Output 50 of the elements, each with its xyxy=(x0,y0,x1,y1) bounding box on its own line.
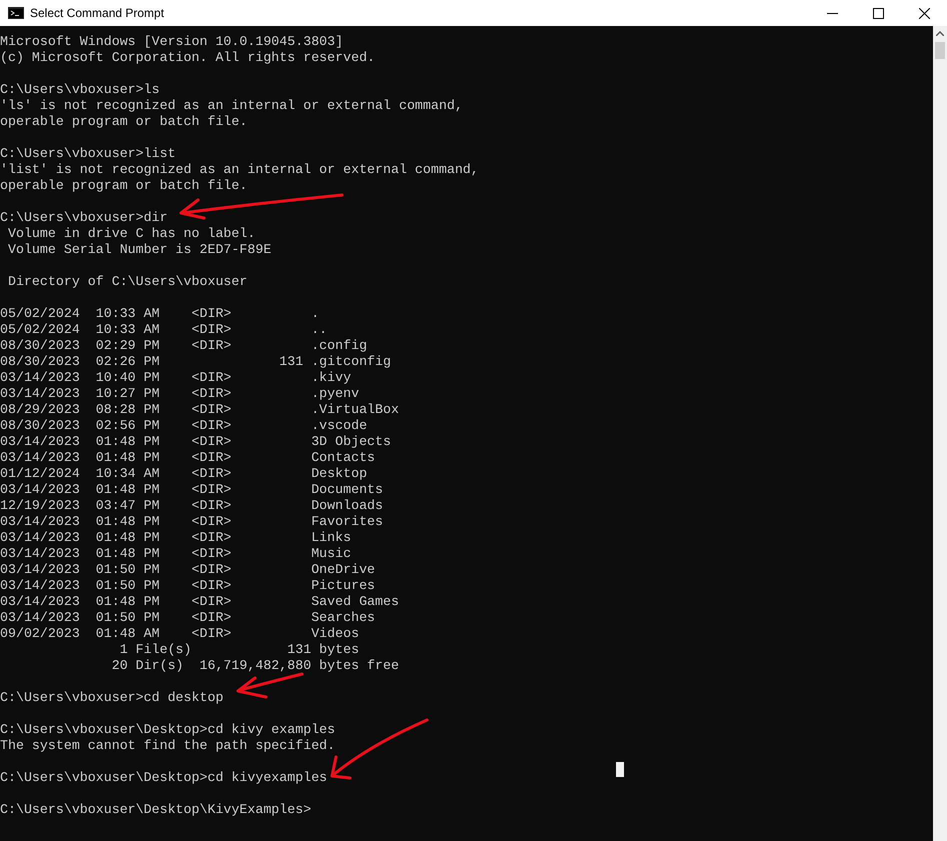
console-line: Volume in drive C has no label. xyxy=(6,226,256,242)
text-cursor xyxy=(616,762,624,777)
console-line: 03/14/2023 01:50 PM <DIR> OneDrive xyxy=(0,562,376,578)
console-line: C:\Users\vboxuser>list xyxy=(0,146,176,162)
console-line: Directory of C:\Users\vboxuser xyxy=(6,274,248,290)
window-title: Select Command Prompt xyxy=(30,5,164,22)
arrow-annotation xyxy=(236,672,304,698)
terminal-icon xyxy=(8,7,24,19)
console-line: 'ls' is not recognized as an internal or external command, xyxy=(0,98,463,114)
console-line: 1 File(s) 131 bytes xyxy=(118,642,360,658)
console-line: 'list' is not recognized as an internal or external command, xyxy=(0,162,479,178)
console-line: 03/14/2023 01:48 PM <DIR> Saved Games xyxy=(0,594,399,610)
console-line: operable program or batch file. xyxy=(0,178,248,194)
console-line: 03/14/2023 01:48 PM <DIR> Music xyxy=(0,546,352,562)
console-line: 03/14/2023 01:50 PM <DIR> Pictures xyxy=(0,578,376,594)
console-line: Microsoft Windows [Version 10.0.19045.3803] xyxy=(0,34,344,50)
console-line: 03/14/2023 01:48 PM <DIR> 3D Objects xyxy=(0,434,391,450)
console-line: The system cannot find the path specified. xyxy=(0,738,336,754)
console-line: 08/30/2023 02:29 PM <DIR> .config xyxy=(0,338,368,354)
console-line: 03/14/2023 10:40 PM <DIR> .kivy xyxy=(0,370,352,386)
close-icon xyxy=(918,8,930,18)
console-line: C:\Users\vboxuser>cd desktop xyxy=(0,690,224,706)
scrollbar[interactable] xyxy=(933,26,947,841)
console-line: 09/02/2023 01:48 AM <DIR> Videos xyxy=(0,626,360,642)
console-line: C:\Users\vboxuser\Desktop>cd kivy examples xyxy=(0,722,336,738)
scrollbar-thumb[interactable] xyxy=(935,42,945,59)
console-line: 05/02/2024 10:33 AM <DIR> . xyxy=(0,306,320,322)
console-line: Volume Serial Number is 2ED7-F89E xyxy=(6,242,272,258)
minimize-icon xyxy=(826,12,838,14)
maximize-icon xyxy=(872,8,884,18)
console-line: C:\Users\vboxuser\Desktop\KivyExamples> xyxy=(0,802,312,818)
console-line: operable program or batch file. xyxy=(0,114,248,130)
console-line: 03/14/2023 01:48 PM <DIR> Contacts xyxy=(0,450,376,466)
console-line: 03/14/2023 01:48 PM <DIR> Links xyxy=(0,530,352,546)
console-line: C:\Users\vboxuser\Desktop>cd kivyexamples xyxy=(0,770,328,786)
console-line: 20 Dir(s) 16,719,482,880 bytes free xyxy=(110,658,399,674)
console-line: 03/14/2023 01:48 PM <DIR> Favorites xyxy=(0,514,384,530)
scroll-up-icon[interactable] xyxy=(936,31,944,36)
console-line: 08/30/2023 02:26 PM 131 .gitconfig xyxy=(0,354,391,370)
console-line: 03/14/2023 01:50 PM <DIR> Searches xyxy=(0,610,376,626)
console-line: C:\Users\vboxuser>ls xyxy=(0,82,160,98)
console-line: 08/29/2023 08:28 PM <DIR> .VirtualBox xyxy=(0,402,399,418)
console-line: 05/02/2024 10:33 AM <DIR> .. xyxy=(0,322,328,338)
console-line: 03/14/2023 01:48 PM <DIR> Documents xyxy=(0,482,384,498)
console-line: C:\Users\vboxuser>dir xyxy=(0,210,168,226)
console-line: 03/14/2023 10:27 PM <DIR> .pyenv xyxy=(0,386,360,402)
console-line: 08/30/2023 02:56 PM <DIR> .vscode xyxy=(0,418,368,434)
console-line: 01/12/2024 10:34 AM <DIR> Desktop xyxy=(0,466,368,482)
console-line: (c) Microsoft Corporation. All rights reserved. xyxy=(0,50,376,66)
console-line: 12/19/2023 03:47 PM <DIR> Downloads xyxy=(0,498,384,514)
